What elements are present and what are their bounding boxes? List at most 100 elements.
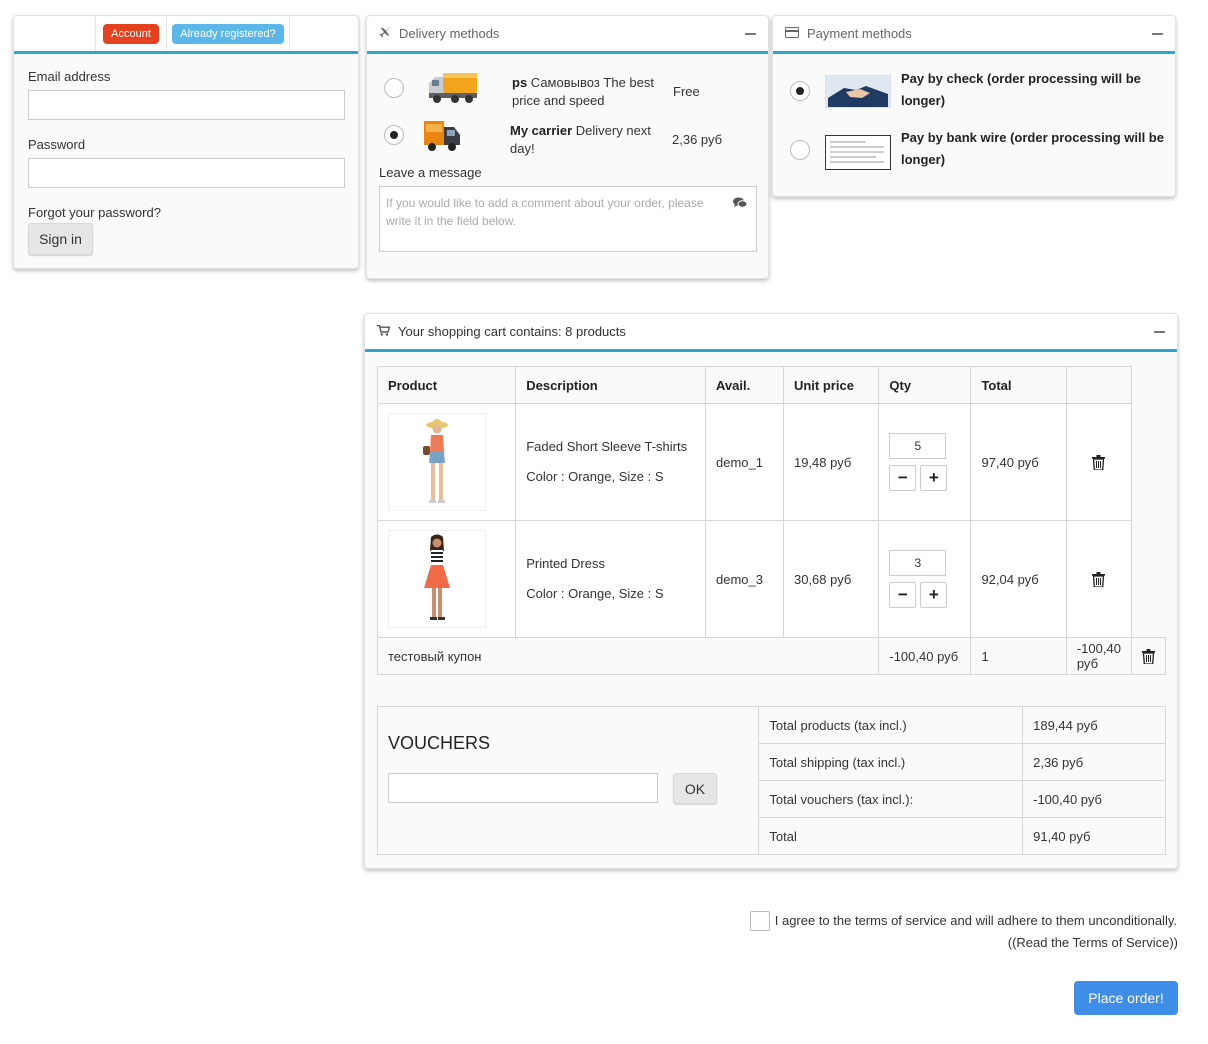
- place-order-button[interactable]: Place order!: [1074, 981, 1178, 1015]
- collapse-icon[interactable]: [745, 32, 756, 35]
- trash-icon[interactable]: [1077, 571, 1121, 587]
- product-total: 92,04 руб: [970, 520, 1067, 638]
- total-products-value: 189,44 руб: [1022, 706, 1166, 744]
- quantity-input[interactable]: 3: [889, 550, 947, 576]
- handshake-image: [825, 75, 891, 108]
- total-vouchers-value: -100,40 руб: [1022, 780, 1166, 818]
- truck-icon: [427, 71, 479, 108]
- payment-check-label[interactable]: Pay by check (order processing will be l…: [901, 68, 1171, 112]
- account-badge[interactable]: Account: [103, 23, 159, 44]
- email-label: Email address: [28, 69, 111, 84]
- product-total: 97,40 руб: [970, 403, 1067, 521]
- col-qty: Qty: [878, 366, 972, 404]
- voucher-input[interactable]: [388, 773, 658, 803]
- quantity-decrease-button[interactable]: −: [889, 465, 917, 491]
- collapse-icon[interactable]: [1152, 32, 1163, 35]
- quantity-value: 3: [914, 556, 922, 570]
- product-attributes: Color : Orange, Size : S: [526, 469, 664, 484]
- carrier-1-info: ps Самовывоз The best price and speed: [512, 74, 662, 110]
- discount-unit-price: -100,40 руб: [878, 637, 972, 675]
- bank-wire-image: [825, 135, 891, 170]
- trash-icon[interactable]: [1142, 648, 1155, 664]
- vouchers-title: VOUCHERS: [388, 733, 491, 753]
- payment-title: Payment methods: [807, 26, 912, 41]
- col-unit-price: Unit price: [782, 366, 880, 404]
- product-reference: demo_1: [704, 403, 784, 521]
- login-tabs: Account Already registered?: [14, 16, 358, 54]
- carrier-radio-2[interactable]: [384, 125, 404, 145]
- already-registered-badge[interactable]: Already registered?: [172, 23, 284, 44]
- cart-panel: Your shopping cart contains: 8 products …: [364, 313, 1178, 869]
- quantity-input[interactable]: 5: [889, 433, 947, 459]
- total-shipping-label: Total shipping (tax incl.): [758, 743, 1024, 781]
- password-label: Password: [28, 137, 86, 152]
- sign-in-button[interactable]: Sign in: [28, 223, 93, 255]
- message-placeholder: If you would like to add a comment about…: [386, 196, 704, 228]
- discount-row: тестовый купон -100,40 руб 1 -100,40 руб: [376, 637, 1166, 675]
- product-name-link[interactable]: Faded Short Sleeve T-shirts: [526, 432, 695, 462]
- table-row: Faded Short Sleeve T-shirts Color : Oran…: [376, 403, 1166, 521]
- email-field[interactable]: [28, 90, 345, 120]
- carrier-1-price: Free: [673, 84, 700, 99]
- credit-card-icon: [785, 26, 799, 41]
- col-description: Description: [515, 366, 706, 404]
- shopping-cart-icon: [377, 324, 391, 339]
- read-terms-link[interactable]: ((Read the Terms of Service)): [1008, 935, 1178, 950]
- carrier-radio-1[interactable]: [384, 78, 404, 98]
- leave-message-label: Leave a message: [379, 165, 482, 180]
- terms-checkbox[interactable]: [750, 911, 770, 931]
- carrier-2-name: My carrier: [510, 123, 573, 138]
- discount-name: тестовый купон: [376, 637, 880, 675]
- comments-icon: [733, 196, 748, 214]
- discount-qty: 1: [970, 637, 1067, 675]
- cart-title: Your shopping cart contains: 8 products: [398, 324, 626, 339]
- delivery-panel: Delivery methods ps Самовывоз The best p…: [366, 15, 769, 279]
- tab-already-registered[interactable]: Already registered?: [167, 16, 290, 51]
- total-vouchers-label: Total vouchers (tax incl.):: [758, 780, 1024, 818]
- carrier-2-price: 2,36 руб: [672, 132, 723, 147]
- payment-header: Payment methods: [773, 16, 1175, 54]
- message-textarea[interactable]: If you would like to add a comment about…: [379, 186, 757, 252]
- quantity-increase-button[interactable]: +: [920, 582, 948, 608]
- collapse-icon[interactable]: [1154, 330, 1165, 333]
- delivery-header: Delivery methods: [367, 16, 768, 54]
- table-row: Printed Dress Color : Orange, Size : S d…: [376, 520, 1166, 638]
- trash-icon[interactable]: [1077, 454, 1121, 470]
- product-name-link[interactable]: Printed Dress: [526, 549, 695, 579]
- quantity-value: 5: [914, 439, 922, 453]
- login-panel: Account Already registered? Email addres…: [13, 15, 359, 269]
- tab-account[interactable]: Account: [96, 16, 167, 51]
- quantity-increase-button[interactable]: +: [920, 465, 948, 491]
- payment-radio-check[interactable]: [790, 81, 810, 101]
- col-total: Total: [970, 366, 1067, 404]
- payment-radio-bank-wire[interactable]: [790, 140, 810, 160]
- total-label: Total: [758, 817, 1024, 855]
- delivery-title: Delivery methods: [399, 26, 500, 41]
- product-attributes: Color : Orange, Size : S: [526, 586, 664, 601]
- total-value: 91,40 руб: [1022, 817, 1166, 855]
- product-reference: demo_3: [704, 520, 784, 638]
- product-image[interactable]: [388, 413, 486, 511]
- discount-total: -100,40 руб: [1065, 637, 1133, 675]
- product-unit-price: 30,68 руб: [782, 520, 880, 638]
- forgot-password-link[interactable]: Forgot your password?: [28, 205, 161, 220]
- quantity-decrease-button[interactable]: −: [889, 582, 917, 608]
- payment-bank-wire-label[interactable]: Pay by bank wire (order processing will …: [901, 127, 1171, 171]
- password-field[interactable]: [28, 158, 345, 188]
- terms-agree-label: I agree to the terms of service and will…: [774, 913, 1177, 928]
- payment-panel: Payment methods Pay by check (order proc…: [772, 15, 1176, 197]
- cart-table: Product Description Avail. Unit price Qt…: [376, 366, 1166, 675]
- totals-table: VOUCHERS OK Total products (tax incl.) 1…: [376, 706, 1166, 855]
- col-avail: Avail.: [704, 366, 784, 404]
- carrier-1-name: ps: [512, 75, 528, 90]
- plane-icon: [379, 26, 391, 41]
- voucher-ok-button[interactable]: OK: [673, 773, 717, 804]
- table-header-row: Product Description Avail. Unit price Qt…: [376, 366, 1166, 404]
- total-products-label: Total products (tax incl.): [758, 706, 1024, 744]
- cart-header: Your shopping cart contains: 8 products: [365, 314, 1177, 352]
- truck-dark-icon: [422, 119, 462, 156]
- col-product: Product: [376, 366, 517, 404]
- carrier-2-info: My carrier Delivery next day!: [510, 122, 660, 158]
- product-image[interactable]: [388, 530, 486, 628]
- product-unit-price: 19,48 руб: [782, 403, 880, 521]
